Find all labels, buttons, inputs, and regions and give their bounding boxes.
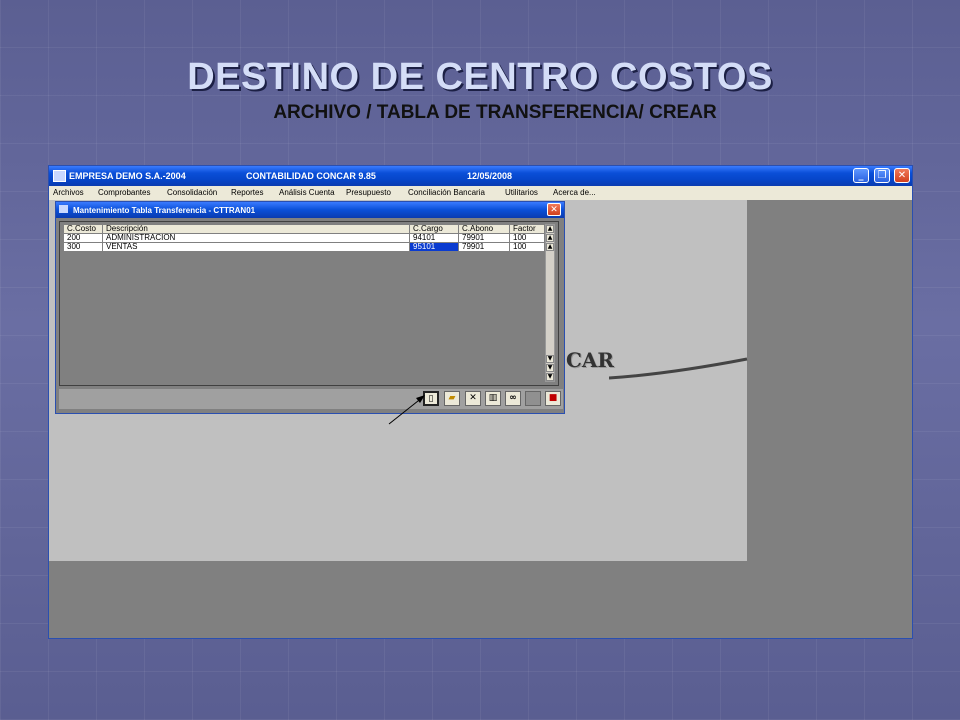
menu-acerca-de[interactable]: Acerca de... [553,188,596,197]
close-icon[interactable]: ✕ [547,203,561,216]
child-titlebar[interactable]: Mantenimiento Tabla Transferencia - CTTR… [56,202,564,218]
app-titlebar[interactable]: EMPRESA DEMO S.A.-2004 CONTABILIDAD CONC… [49,166,912,186]
menu-utilitarios[interactable]: Utilitarios [505,188,538,197]
blank-icon [525,391,541,406]
window-icon [59,205,68,213]
cell-descripcion[interactable]: VENTAS [102,242,410,252]
restore-icon[interactable]: ❐ [874,168,890,183]
menu-consolidacion[interactable]: Consolidación [167,188,217,197]
logo-swoosh-icon [609,357,748,380]
cell-c-abono[interactable]: 79901 [458,242,510,252]
open-folder-icon[interactable]: ▰ [444,391,460,406]
menu-archivos[interactable]: Archivos [53,188,84,197]
app-icon [53,170,66,182]
concar-app-window: EMPRESA DEMO S.A.-2004 CONTABILIDAD CONC… [48,165,913,639]
child-title: Mantenimiento Tabla Transferencia - CTTR… [73,206,256,215]
window-toolbar: ▯ ▰ ✕ ▥ ∞ ■ [59,389,563,409]
menu-analisis-cuenta[interactable]: Análisis Cuenta [279,188,335,197]
menu-conciliacion-bancaria[interactable]: Conciliación Bancaria [408,188,485,197]
table-row[interactable]: 300 VENTAS 95101 79901 100 [63,242,545,252]
grid-area: C.Costo Descripción C.Cargo C.Abono Fact… [59,221,559,386]
minimize-icon[interactable]: _ [853,168,869,183]
slide-subtitle: ARCHIVO / TABLA DE TRANSFERENCIA/ CREAR [273,102,717,123]
transfer-table: C.Costo Descripción C.Cargo C.Abono Fact… [63,224,545,252]
menu-comprobantes[interactable]: Comprobantes [98,188,150,197]
book-icon[interactable]: ▥ [485,391,501,406]
exit-door-icon[interactable]: ■ [545,391,561,406]
slide-title: DESTINO DE CENTRO COSTOS [187,56,773,98]
company-name: EMPRESA DEMO S.A.-2004 [69,171,186,181]
vertical-scrollbar[interactable]: ▲ ▲ ▲ ▼ ▼ ▼ [545,224,555,382]
close-icon[interactable]: ✕ [894,168,910,183]
scroll-down-icon[interactable]: ▼ [546,355,554,363]
app-date: 12/05/2008 [467,171,513,181]
binoculars-icon[interactable]: ∞ [505,391,521,406]
menu-bar: Archivos Comprobantes Consolidación Repo… [49,186,912,200]
transfer-table-window: Mantenimiento Tabla Transferencia - CTTR… [55,201,565,414]
cell-c-cargo-selected[interactable]: 95101 [409,242,459,252]
scroll-page-down-icon[interactable]: ▼ [546,364,554,372]
new-document-icon[interactable]: ▯ [423,391,439,406]
scroll-page-up-icon[interactable]: ▲ [546,234,554,242]
delete-x-icon[interactable]: ✕ [465,391,481,406]
scroll-top-icon[interactable]: ▲ [546,225,554,233]
program-name: CONTABILIDAD CONCAR 9.85 [246,171,376,181]
cell-factor[interactable]: 100 [509,242,545,252]
cell-descripcion[interactable]: ADMINISTRACION [102,233,410,243]
background-logo: CAR [566,348,615,372]
cell-c-costo[interactable]: 300 [63,242,103,252]
scroll-up-icon[interactable]: ▲ [546,243,554,251]
menu-reportes[interactable]: Reportes [231,188,263,197]
menu-presupuesto[interactable]: Presupuesto [346,188,391,197]
scroll-bottom-icon[interactable]: ▼ [546,373,554,381]
